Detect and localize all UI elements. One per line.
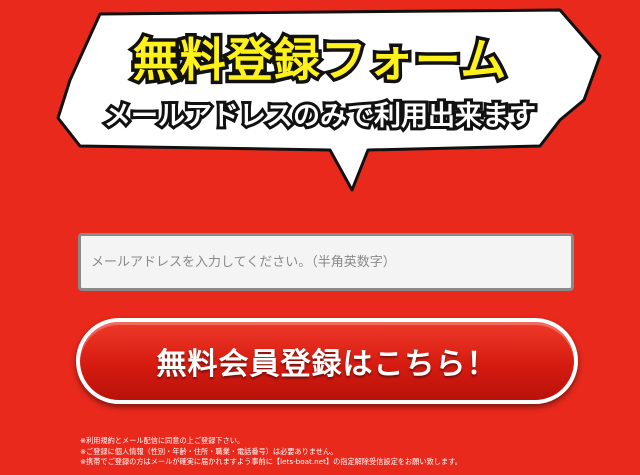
- notes-list: ※利用規約とメール配信に同意の上ご登録下さい。 ※ご登録に個人情報（性別・年齢・…: [80, 436, 630, 468]
- page-subtitle: メールアドレスのみで利用出来ます: [101, 98, 539, 135]
- email-field[interactable]: [78, 233, 574, 291]
- header-badge: 無料登録フォーム メールアドレスのみで利用出来ます: [0, 0, 640, 200]
- note-personal-info: ※ご登録に個人情報（性別・年齢・住所・職業・電話番号）は必要ありません。: [80, 446, 338, 456]
- page-title: 無料登録フォーム: [129, 30, 510, 91]
- free-register-button[interactable]: 無料会員登録はこちら！: [76, 318, 578, 404]
- note-mobile-domain: ※携帯でご登録の方はメールが確実に届かれますよう事前に【lets-boat.ne…: [80, 457, 462, 466]
- note-consent: ※利用規約とメール配信に同意の上ご登録下さい。: [80, 436, 245, 445]
